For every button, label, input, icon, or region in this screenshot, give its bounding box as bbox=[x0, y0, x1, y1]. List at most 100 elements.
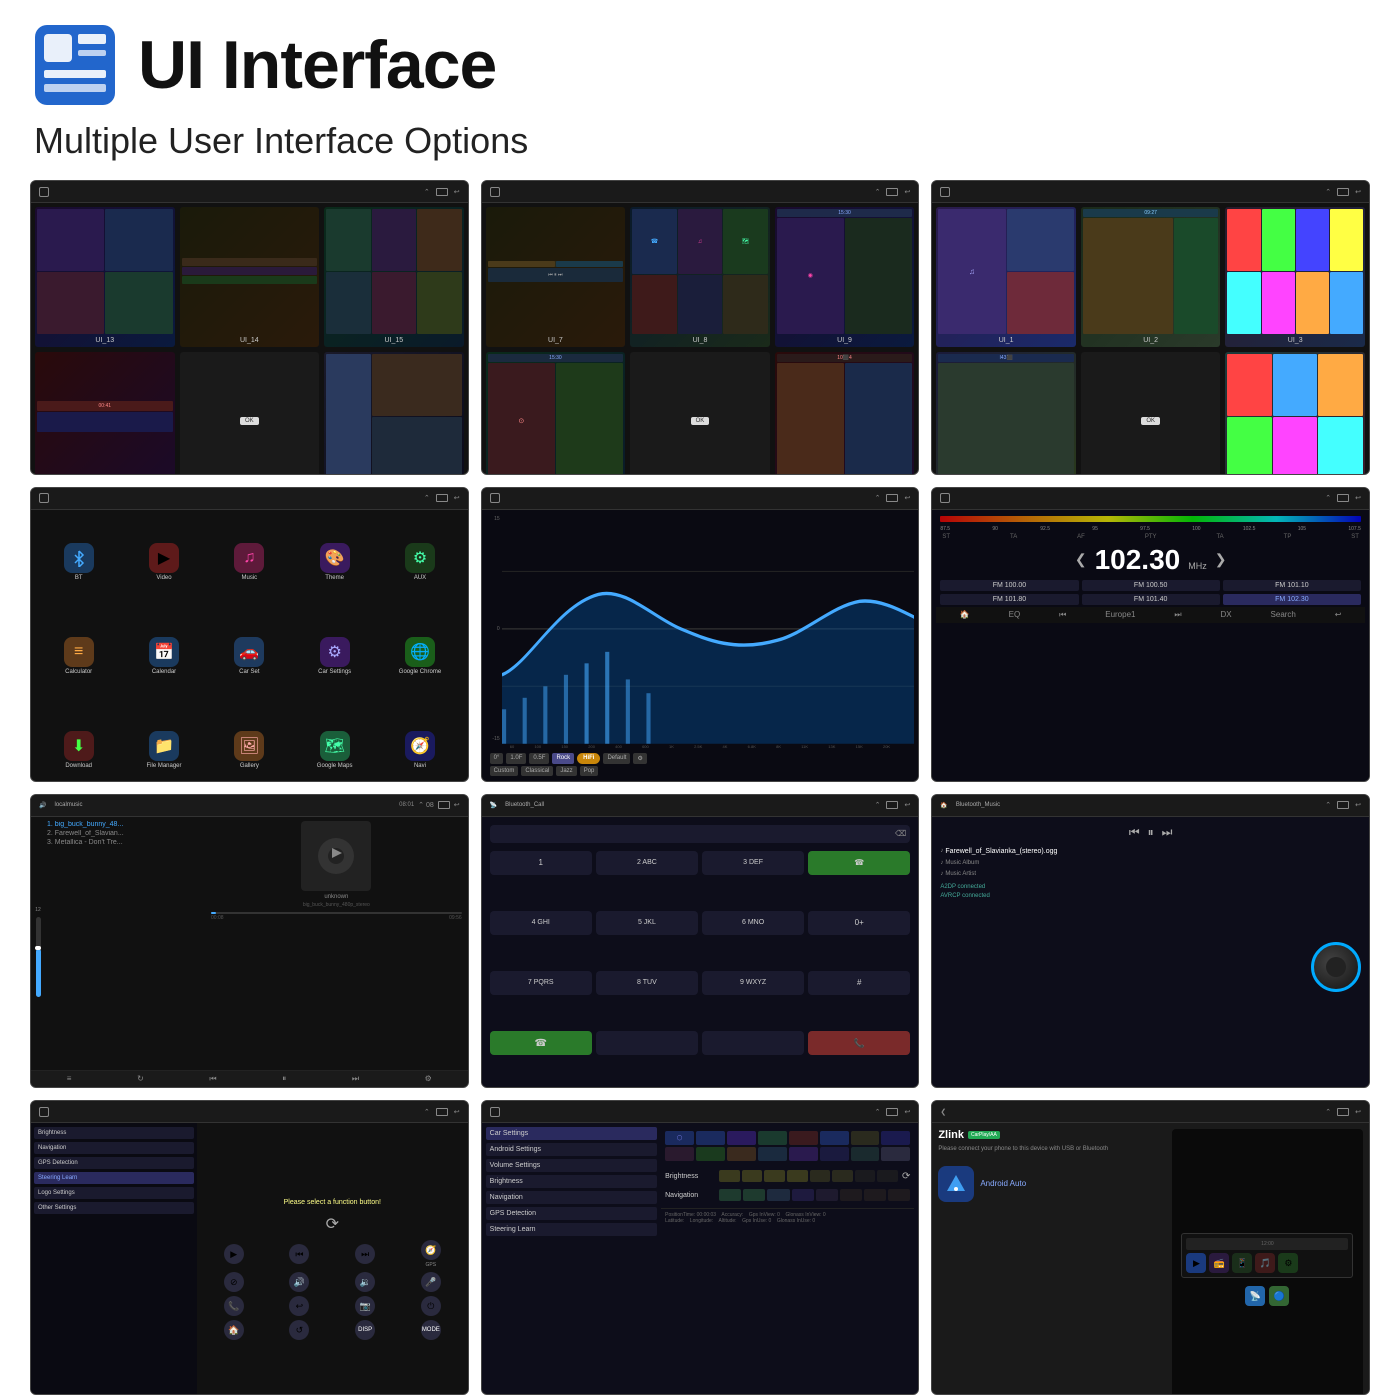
eq-btn-05f[interactable]: 0.5F bbox=[529, 753, 549, 764]
fm-next-btn[interactable]: ❯ bbox=[1215, 551, 1227, 568]
ctrl-repeat-icon[interactable]: ↻ bbox=[137, 1074, 144, 1084]
steer-btn-call[interactable]: 📞 bbox=[203, 1296, 265, 1316]
dial-8tuv[interactable]: 8 TUV bbox=[596, 971, 698, 995]
dial-6mno[interactable]: 6 MNO bbox=[702, 911, 804, 935]
bt-prev-btn[interactable]: ⏮ bbox=[1129, 825, 1140, 840]
br-cell-2[interactable] bbox=[742, 1170, 763, 1182]
sg-cell-7[interactable] bbox=[851, 1131, 880, 1145]
cs-item-gps[interactable]: GPS Detection bbox=[486, 1207, 657, 1220]
app-video[interactable]: ▶ Video bbox=[124, 518, 203, 606]
sg-cell-3[interactable] bbox=[727, 1131, 756, 1145]
eq-btn-0deg[interactable]: 0° bbox=[490, 753, 504, 764]
bt-pause-btn[interactable]: ⏸ bbox=[1148, 825, 1154, 840]
fm-eq-btn[interactable]: EQ bbox=[1009, 610, 1021, 620]
br-cell-6[interactable] bbox=[832, 1170, 853, 1182]
fm-preset-5[interactable]: FM 101.40 bbox=[1082, 594, 1220, 605]
mini-thumb-UI12[interactable]: 10⬛4 UI_12 bbox=[775, 352, 915, 475]
fm-next-station[interactable]: ⏭ bbox=[1174, 610, 1181, 620]
sg-cell-11[interactable] bbox=[727, 1147, 756, 1161]
mini-thumb-OK3[interactable]: OK bbox=[1081, 352, 1221, 475]
eq-btn-default[interactable]: Default bbox=[603, 753, 630, 764]
app-aux[interactable]: ⚙ AUX bbox=[380, 518, 459, 606]
app-carsettings[interactable]: ⚙ Car Settings bbox=[295, 612, 374, 700]
steer-btn-home[interactable]: 🏠 bbox=[203, 1320, 265, 1340]
steer-btn-camera[interactable]: 📷 bbox=[334, 1296, 396, 1316]
fm-back-btn[interactable]: ↩ bbox=[1335, 610, 1342, 620]
ctrl-play-icon[interactable]: ⏸ bbox=[282, 1074, 286, 1084]
dial-9wxyz[interactable]: 9 WXYZ bbox=[702, 971, 804, 995]
ok-button-3[interactable]: OK bbox=[1141, 417, 1160, 425]
app-theme[interactable]: 🎨 Theme bbox=[295, 518, 374, 606]
fm-home-btn[interactable]: 🏠 bbox=[960, 610, 970, 620]
track-3[interactable]: 3. Metallica - Don't Tre... bbox=[47, 839, 203, 846]
dial-call-main[interactable]: ☎ bbox=[490, 1031, 592, 1055]
zlink-icon-2[interactable]: 🔵 bbox=[1269, 1286, 1289, 1306]
fm-preset-3[interactable]: FM 101.10 bbox=[1223, 580, 1361, 591]
eq-btn-settings[interactable]: ⚙ bbox=[633, 753, 646, 764]
app-calendar[interactable]: 📅 Calendar bbox=[124, 612, 203, 700]
sidebar-brightness[interactable]: Brightness bbox=[34, 1127, 194, 1139]
eq-btn-rock[interactable]: Rock bbox=[552, 753, 574, 764]
zlink-icon-1[interactable]: 📡 bbox=[1245, 1286, 1265, 1306]
dial-call-right[interactable]: ☎ bbox=[808, 851, 910, 875]
sg-cell-1[interactable]: ◯ bbox=[665, 1131, 694, 1145]
steer-btn-gps[interactable]: 🧭 GPS bbox=[400, 1240, 462, 1268]
dial-hangup[interactable]: 📞 bbox=[808, 1031, 910, 1055]
dial-0plus[interactable]: 0+ bbox=[808, 911, 910, 935]
steer-btn-play[interactable]: ▶ bbox=[203, 1240, 265, 1268]
sidebar-steering[interactable]: Steering Learn bbox=[34, 1172, 194, 1184]
fm-prev-btn[interactable]: ❮ bbox=[1075, 551, 1087, 568]
refresh-icon-br[interactable]: ⟳ bbox=[902, 1171, 910, 1182]
sg-cell-14[interactable] bbox=[820, 1147, 849, 1161]
steer-btn-voldn[interactable]: 🔉 bbox=[334, 1272, 396, 1292]
cs-item-car[interactable]: Car Settings bbox=[486, 1127, 657, 1140]
steer-btn-disp[interactable]: DISP bbox=[334, 1320, 396, 1340]
track-1[interactable]: 1. big_buck_bunny_48... bbox=[47, 821, 203, 828]
app-filemanager[interactable]: 📁 File Manager bbox=[124, 706, 203, 781]
cs-item-volume[interactable]: Volume Settings bbox=[486, 1159, 657, 1172]
eq-btn-1f[interactable]: 1.0F bbox=[506, 753, 526, 764]
track-2[interactable]: 2. Farewell_of_Slavian... bbox=[47, 830, 203, 837]
sg-cell-12[interactable] bbox=[758, 1147, 787, 1161]
fm-preset-4[interactable]: FM 101.80 bbox=[940, 594, 1078, 605]
app-bt[interactable]: BT bbox=[39, 518, 118, 606]
app-carset[interactable]: 🚗 Car Set bbox=[210, 612, 289, 700]
app-gallery[interactable]: 🖼 Gallery bbox=[210, 706, 289, 781]
fm-prev-station[interactable]: ⏮ bbox=[1059, 610, 1066, 620]
mini-thumb-UI9[interactable]: 15:30 ◉ UI_9 bbox=[775, 207, 915, 347]
steer-btn-power[interactable]: ⏻ bbox=[400, 1296, 462, 1316]
ctrl-eq-icon[interactable]: ⚙ bbox=[425, 1074, 432, 1084]
mini-thumb-UI3[interactable]: UI_3 bbox=[1225, 207, 1365, 347]
dial-hash[interactable]: # bbox=[808, 971, 910, 995]
sg-cell-5[interactable] bbox=[789, 1131, 818, 1145]
mini-thumb-UI4[interactable]: I43⬛ UI_4 bbox=[936, 352, 1076, 475]
mini-thumb-UI18[interactable]: UI_18 bbox=[324, 352, 464, 475]
mini-thumb-OK2[interactable]: OK bbox=[630, 352, 770, 475]
mini-thumb-UI10[interactable]: 15:30 ⊙ UI_10 bbox=[486, 352, 626, 475]
app-music[interactable]: ♫ Music bbox=[210, 518, 289, 606]
ctrl-playlist-icon[interactable]: ≡ bbox=[67, 1074, 72, 1084]
mini-thumb-UI16[interactable]: 00:41 UI_16 bbox=[35, 352, 175, 475]
br-cell-8[interactable] bbox=[877, 1170, 898, 1182]
dial-2abc[interactable]: 2 ABC bbox=[596, 851, 698, 875]
app-chrome[interactable]: 🌐 Google Chrome bbox=[380, 612, 459, 700]
mini-thumb-UI7[interactable]: ⏮ ⏸ ⏭ UI_7 bbox=[486, 207, 626, 347]
sidebar-logo[interactable]: Logo Settings bbox=[34, 1187, 194, 1199]
sg-cell-16[interactable] bbox=[881, 1147, 910, 1161]
dial-1[interactable]: 1 bbox=[490, 851, 592, 875]
mini-thumb-UI14[interactable]: UI_14 bbox=[180, 207, 320, 347]
steer-btn-mode[interactable]: MODE bbox=[400, 1320, 462, 1340]
mini-thumb-UI1[interactable]: ♫ UI_1 bbox=[936, 207, 1076, 347]
eq-btn-pop[interactable]: Pop bbox=[580, 766, 599, 776]
eq-btn-jazz[interactable]: Jazz bbox=[556, 766, 576, 776]
mini-thumb-UI13[interactable]: UI_13 bbox=[35, 207, 175, 347]
mini-thumb-UI15[interactable]: UI_15 bbox=[324, 207, 464, 347]
sg-cell-2[interactable] bbox=[696, 1131, 725, 1145]
ok-button-1[interactable]: OK bbox=[240, 417, 259, 425]
fm-search-btn[interactable]: Search bbox=[1271, 610, 1296, 620]
br-cell-7[interactable] bbox=[855, 1170, 876, 1182]
cs-item-steering[interactable]: Steering Learn bbox=[486, 1223, 657, 1236]
sg-cell-6[interactable] bbox=[820, 1131, 849, 1145]
steer-btn-mute[interactable]: ⊘ bbox=[203, 1272, 265, 1292]
steer-btn-volup[interactable]: 🔊 bbox=[269, 1272, 331, 1292]
